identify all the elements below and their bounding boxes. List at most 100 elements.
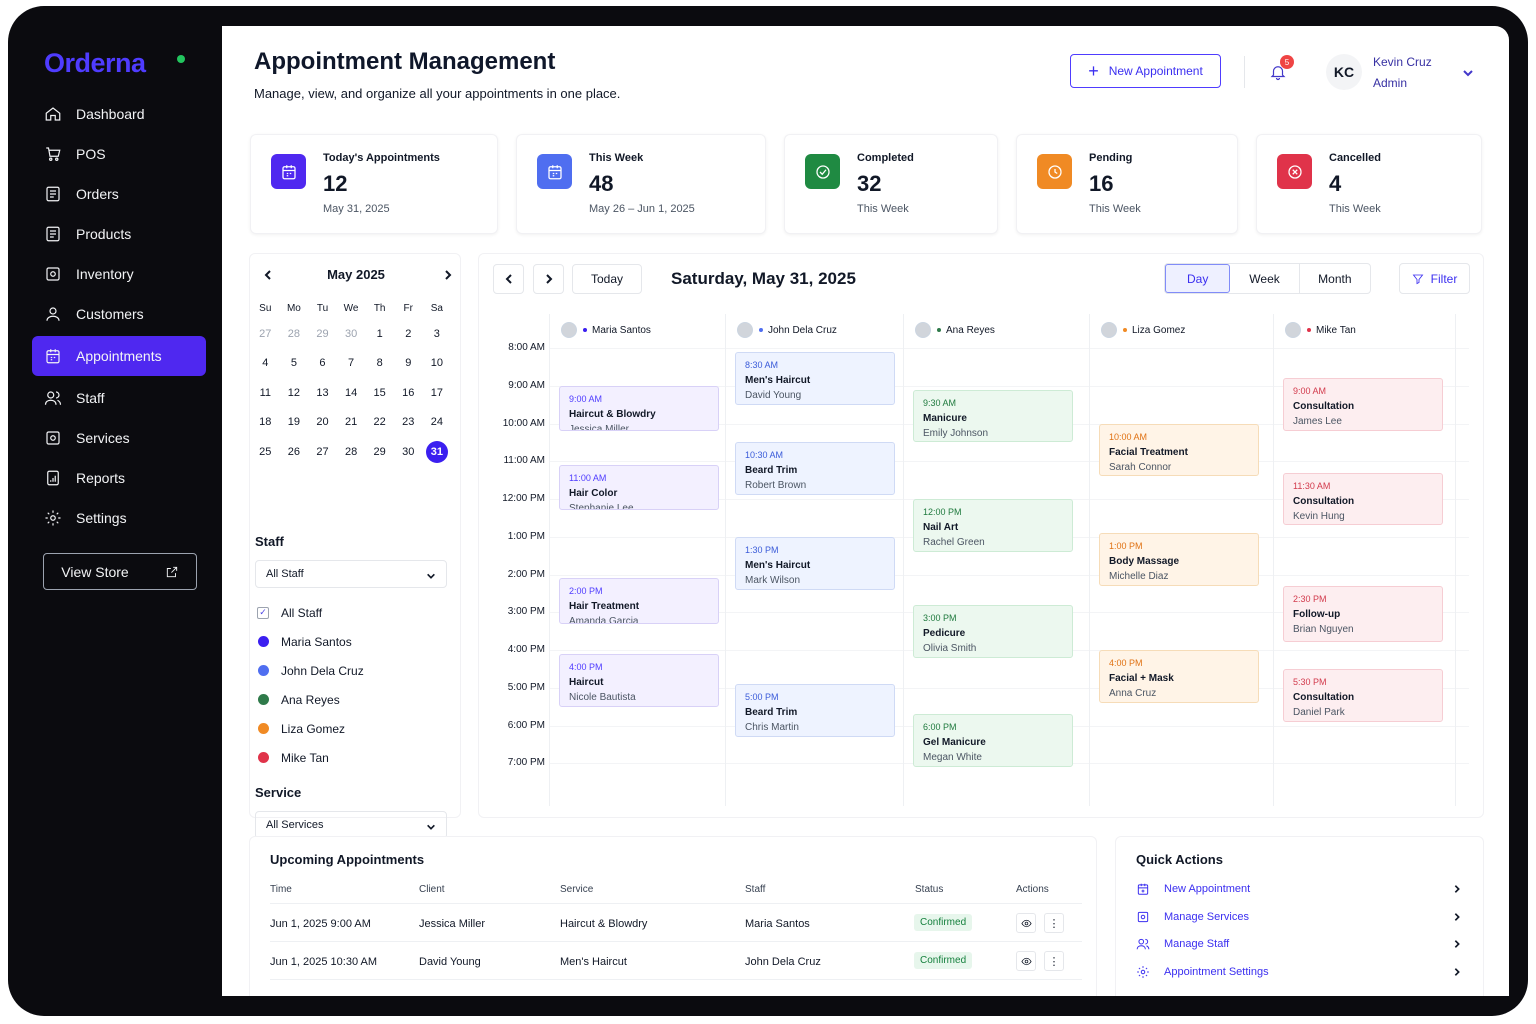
avatar[interactable]: KC — [1326, 54, 1362, 90]
calendar-day[interactable]: 23 — [394, 408, 423, 438]
calendar-day[interactable]: 2 — [394, 319, 423, 349]
calendar-day[interactable]: 1 — [365, 319, 394, 349]
quick-action-appointment-settings[interactable]: Appointment Settings — [1136, 962, 1462, 982]
calendar-day[interactable]: 30 — [337, 319, 366, 349]
appointment-block[interactable]: 4:00 PM Haircut Nicole Bautista — [559, 653, 719, 707]
calendar-day[interactable]: 27 — [251, 319, 280, 349]
calendar-day[interactable]: 11 — [251, 378, 280, 408]
staff-filter-option[interactable]: Mike Tan — [257, 743, 447, 772]
calendar-day[interactable]: 4 — [251, 349, 280, 379]
sidebar-item-pos[interactable]: POS — [32, 134, 206, 173]
view-month-button[interactable]: Month — [1300, 264, 1370, 293]
sidebar-item-products[interactable]: Products — [32, 214, 206, 253]
calendar-day[interactable]: 15 — [365, 378, 394, 408]
calendar-day[interactable]: 10 — [423, 349, 452, 379]
next-day-button[interactable] — [533, 264, 564, 294]
quick-action-manage-staff[interactable]: Manage Staff — [1136, 934, 1462, 954]
calendar-day[interactable]: 5 — [280, 349, 309, 379]
calendar-day[interactable]: 29 — [365, 437, 394, 467]
calendar-day[interactable]: 9 — [394, 349, 423, 379]
staff-filter-label: Mike Tan — [281, 750, 329, 765]
calendar-day[interactable]: 22 — [365, 408, 394, 438]
appointment-block[interactable]: 9:00 AM Haircut & Blowdry Jessica Miller — [559, 385, 719, 432]
calendar-day[interactable]: 25 — [251, 437, 280, 467]
today-button[interactable]: Today — [572, 264, 642, 294]
users-icon — [44, 390, 62, 405]
calendar-day[interactable]: 28 — [280, 319, 309, 349]
appointment-block[interactable]: 1:00 PM Body Massage Michelle Diaz — [1099, 532, 1259, 586]
staff-select[interactable]: All Staff — [255, 560, 447, 588]
appointment-block[interactable]: 3:00 PM Pedicure Olivia Smith — [913, 604, 1073, 658]
prev-day-button[interactable] — [493, 264, 524, 294]
appointment-client: Chris Martin — [745, 721, 799, 733]
sidebar-item-customers[interactable]: Customers — [32, 294, 206, 333]
checkbox[interactable]: ✓ — [257, 606, 269, 619]
calendar-day[interactable]: 18 — [251, 408, 280, 438]
filter-button[interactable]: Filter — [1399, 263, 1470, 294]
calendar-day[interactable]: 26 — [280, 437, 309, 467]
calendar-day[interactable]: 29 — [308, 319, 337, 349]
quick-action-new-appointment[interactable]: New Appointment — [1136, 879, 1462, 899]
calendar-day[interactable]: 20 — [308, 408, 337, 438]
view-day-button[interactable]: Day — [1165, 264, 1231, 293]
quick-action-manage-services[interactable]: Manage Services — [1136, 907, 1462, 927]
sidebar-item-reports[interactable]: Reports — [32, 458, 206, 497]
appointment-block[interactable]: 1:30 PM Men's Haircut Mark Wilson — [735, 536, 895, 590]
next-month-button[interactable] — [442, 268, 454, 280]
view-store-button[interactable]: View Store — [43, 553, 197, 590]
appointment-block[interactable]: 5:30 PM Consultation Daniel Park — [1283, 668, 1443, 722]
appointment-block[interactable]: 10:30 AM Beard Trim Robert Brown — [735, 442, 895, 496]
sidebar-item-staff[interactable]: Staff — [32, 378, 206, 417]
user-menu-toggle[interactable] — [1462, 66, 1474, 78]
sidebar-item-services[interactable]: Services — [32, 418, 206, 457]
sidebar-item-settings[interactable]: Settings — [32, 498, 206, 537]
calendar-day[interactable]: 12 — [280, 378, 309, 408]
brand-logo[interactable]: Orderna — [44, 48, 146, 79]
sidebar-item-appointments[interactable]: Appointments — [32, 336, 206, 376]
appointment-block[interactable]: 4:00 PM Facial + Mask Anna Cruz — [1099, 650, 1259, 703]
view-button[interactable] — [1016, 951, 1036, 971]
report-icon — [47, 470, 59, 485]
appointment-block[interactable]: 5:00 PM Beard Trim Chris Martin — [735, 683, 895, 737]
calendar-day[interactable]: 17 — [423, 378, 452, 408]
more-options-button[interactable]: ⋮ — [1044, 951, 1064, 971]
appointment-block[interactable]: 8:30 AM Men's Haircut David Young — [735, 351, 895, 405]
calendar-day[interactable]: 27 — [308, 437, 337, 467]
sidebar-item-inventory[interactable]: Inventory — [32, 254, 206, 293]
calendar-day[interactable]: 19 — [280, 408, 309, 438]
calendar-day[interactable]: 31 — [423, 437, 452, 467]
staff-filter-option[interactable]: Ana Reyes — [257, 685, 447, 714]
calendar-day[interactable]: 21 — [337, 408, 366, 438]
calendar-day[interactable]: 7 — [337, 349, 366, 379]
calendar-day[interactable]: 13 — [308, 378, 337, 408]
calendar-day[interactable]: 16 — [394, 378, 423, 408]
appointment-block[interactable]: 12:00 PM Nail Art Rachel Green — [913, 499, 1073, 552]
calendar-day[interactable]: 8 — [365, 349, 394, 379]
appointment-block[interactable]: 10:00 AM Facial Treatment Sarah Connor — [1099, 423, 1259, 477]
appointment-block[interactable]: 9:00 AM Consultation James Lee — [1283, 378, 1443, 432]
sidebar-item-dashboard[interactable]: Dashboard — [32, 94, 206, 133]
staff-filter-option[interactable]: ✓ All Staff — [257, 598, 447, 627]
appointment-block[interactable]: 11:00 AM Hair Color Stephanie Lee — [559, 465, 719, 511]
calendar-day[interactable]: 24 — [423, 408, 452, 438]
staff-filter-option[interactable]: Maria Santos — [257, 627, 447, 656]
appointment-block[interactable]: 2:00 PM Hair Treatment Amanda Garcia — [559, 578, 719, 624]
appointment-time: 11:30 AM — [1293, 480, 1331, 491]
appointment-block[interactable]: 6:00 PM Gel Manicure Megan White — [913, 714, 1073, 768]
view-week-button[interactable]: Week — [1230, 264, 1300, 293]
service-select[interactable]: All Services — [255, 811, 447, 839]
calendar-day[interactable]: 6 — [308, 349, 337, 379]
calendar-day[interactable]: 14 — [337, 378, 366, 408]
staff-filter-option[interactable]: Liza Gomez — [257, 714, 447, 743]
appointment-block[interactable]: 2:30 PM Follow-up Brian Nguyen — [1283, 585, 1443, 643]
calendar-day[interactable]: 3 — [423, 319, 452, 349]
appointment-block[interactable]: 9:30 AM Manicure Emily Johnson — [913, 389, 1073, 443]
new-appointment-button[interactable]: + New Appointment — [1070, 54, 1221, 88]
sidebar-item-orders[interactable]: Orders — [32, 174, 206, 213]
staff-filter-option[interactable]: John Dela Cruz — [257, 656, 447, 685]
more-options-button[interactable]: ⋮ — [1044, 913, 1064, 933]
calendar-day[interactable]: 30 — [394, 437, 423, 467]
view-button[interactable] — [1016, 913, 1036, 933]
calendar-day[interactable]: 28 — [337, 437, 366, 467]
appointment-block[interactable]: 11:30 AM Consultation Kevin Hung — [1283, 472, 1443, 526]
